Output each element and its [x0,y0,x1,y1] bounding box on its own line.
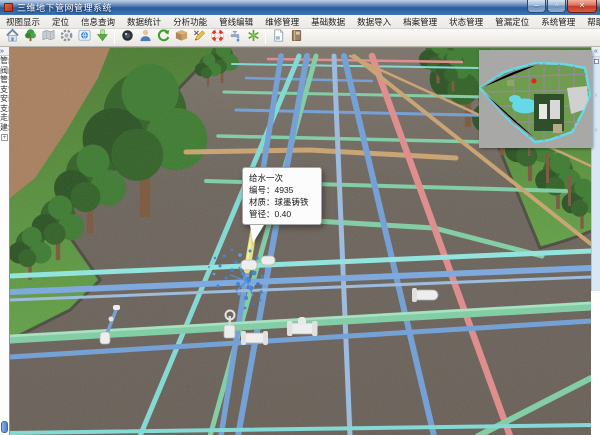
package-box-icon [174,28,189,48]
layer-item[interactable]: 安装 [0,94,9,104]
scrollbar-thumb[interactable] [1,421,8,433]
camera-lens-icon [120,28,135,48]
minimap-overview[interactable] [479,50,592,148]
layer-item[interactable]: 走向 [0,113,9,123]
user-button[interactable] [136,30,154,46]
chevron-right-icon[interactable]: › [592,92,600,99]
home-icon [5,28,20,48]
toolbar [0,29,600,47]
archive-book-icon [289,28,304,48]
snowflake-icon [246,28,261,48]
layer-panel-collapsed[interactable]: » 管线 阀门 管井 支管 安装 支线 走向 建筑 + [0,47,10,435]
menu-data-import[interactable]: 数据导入 [351,15,397,29]
tooltip-pipe-diameter: 管径：0.40 [249,208,316,220]
lifebuoy-icon [210,28,225,48]
app-icon[interactable] [4,3,13,12]
menu-archives[interactable]: 档案管理 [397,15,443,29]
menu-system[interactable]: 系统管理 [535,15,581,29]
title-bar[interactable]: 三维地下管网管理系统 – ▫ ✕ [0,0,600,15]
menu-pipe-edit[interactable]: 管线编辑 [213,15,259,29]
refresh-button[interactable] [154,30,172,46]
edit-pencil-icon [192,28,207,48]
maximize-button[interactable]: ▫ [547,0,566,13]
menu-maintenance[interactable]: 维修管理 [259,15,305,29]
user-icon [138,28,153,48]
close-button[interactable]: ✕ [567,0,597,13]
minimap-graphic [479,50,592,148]
camera-button[interactable] [118,30,136,46]
mini-grid-icon[interactable] [594,59,599,64]
tooltip-pipe-type: 给水一次 [249,172,316,184]
menu-leak-locate[interactable]: 管漏定位 [489,15,535,29]
layer-item[interactable]: 支线 [0,104,9,114]
menu-status[interactable]: 状态管理 [443,15,489,29]
gear-icon [59,28,74,48]
right-panel-collapsed[interactable]: « › › [591,47,600,435]
toolbar-separator [265,32,266,44]
menu-statistics[interactable]: 数据统计 [121,15,167,29]
refresh-icon [156,28,171,48]
import-download-button[interactable] [93,30,111,46]
chevron-right-icon[interactable]: › [592,127,600,134]
tooltip-tail [250,225,264,243]
panel-expand-button[interactable]: » [0,47,10,56]
panel-collapse-button[interactable]: « [592,47,600,57]
menu-base-data[interactable]: 基础数据 [305,15,351,29]
archive-button[interactable] [287,30,305,46]
layer-item[interactable]: 管线 [0,56,9,66]
screenshot-button[interactable] [75,30,93,46]
menu-analysis[interactable]: 分析功能 [167,15,213,29]
water-supply-button[interactable] [226,30,244,46]
new-file-button[interactable] [269,30,287,46]
map-icon [41,28,56,48]
minimap-position-marker [532,79,537,84]
layer-item[interactable]: 建筑 [0,123,9,133]
new-file-icon [271,28,286,48]
menu-info-query[interactable]: 信息查询 [75,15,121,29]
tree-expand-icon[interactable]: + [1,134,8,141]
faucet-icon [228,28,243,48]
application-window: 三维地下管网管理系统 – ▫ ✕ 视图显示 定位 信息查询 数据统计 分析功能 … [0,0,600,435]
edit-button[interactable] [190,30,208,46]
home-button[interactable] [3,30,21,46]
toolbar-separator [114,32,115,44]
settings-button[interactable] [57,30,75,46]
status-button[interactable] [244,30,262,46]
tooltip-pipe-material: 材质：球墨铸铁 [249,196,316,208]
menu-locate[interactable]: 定位 [46,15,75,29]
layer-item[interactable]: 阀门 [0,66,9,76]
menu-help[interactable]: 帮助 [581,15,600,29]
layer-item[interactable]: 管井 [0,75,9,85]
pipe-info-tooltip: 给水一次 编号：4935 材质：球墨铸铁 管径：0.40 [242,167,322,243]
layer-item[interactable]: 支管 [0,85,9,95]
window-title: 三维地下管网管理系统 [17,1,112,14]
map-button[interactable] [39,30,57,46]
minimize-button[interactable]: – [527,0,546,13]
download-arrow-icon [95,28,110,48]
tree-icon [23,28,38,48]
rescue-button[interactable] [208,30,226,46]
screen-globe-icon [77,28,92,48]
tree-layer-button[interactable] [21,30,39,46]
package-button[interactable] [172,30,190,46]
tooltip-pipe-id: 编号：4935 [249,184,316,196]
menu-view[interactable]: 视图显示 [0,15,46,29]
